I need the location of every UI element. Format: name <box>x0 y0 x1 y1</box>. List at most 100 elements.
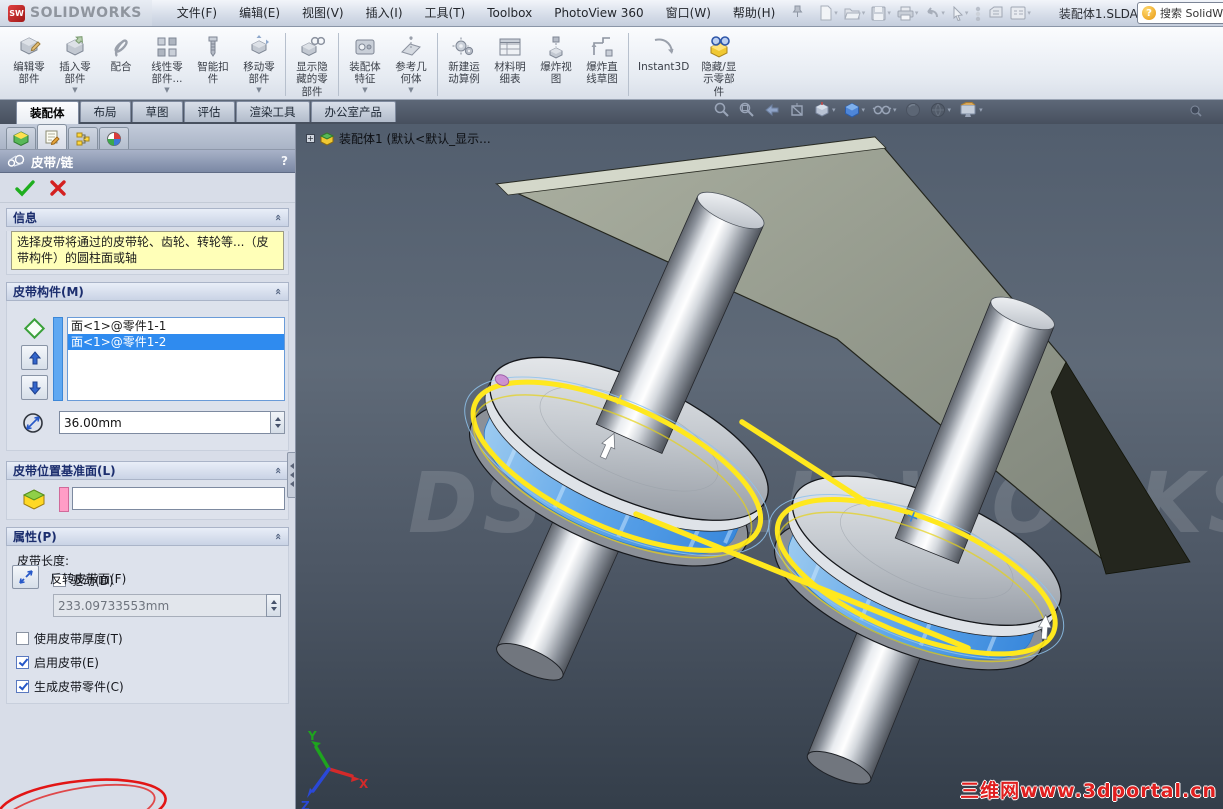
menu-toolbox[interactable]: Toolbox <box>476 0 543 26</box>
undo-icon[interactable]: ▾ <box>922 4 947 22</box>
graphics-viewport[interactable]: DS SOLIDWORKS <box>296 124 1223 809</box>
tab-evaluate[interactable]: 评估 <box>183 101 235 122</box>
search-help-icon[interactable]: ? <box>1142 6 1156 20</box>
belt-length-spinner[interactable] <box>266 594 281 618</box>
explode-line-sketch-button[interactable]: 爆炸直 线草图 <box>579 30 625 89</box>
move-component-button[interactable]: 移动零 部件 ▼ <box>236 30 282 96</box>
dropdown-caret-icon[interactable]: ▼ <box>362 86 367 93</box>
belt-members-list[interactable]: 面<1>@零件1-1 面<1>@零件1-2 <box>67 317 285 402</box>
view-toggle-icon[interactable] <box>972 4 984 23</box>
display-style-icon[interactable]: ▾ <box>843 101 865 119</box>
feature-tree-flyout[interactable]: + 装配体1 (默认<默认_显示... <box>306 130 491 147</box>
menu-help[interactable]: 帮助(H) <box>722 0 786 26</box>
tab-configuration-manager[interactable] <box>68 127 98 149</box>
create-belt-part-row[interactable]: 生成皮带零件(C) <box>16 678 124 695</box>
create-belt-part-checkbox[interactable] <box>16 680 29 694</box>
tab-assembly[interactable]: 装配体 <box>16 101 79 124</box>
section-view-icon[interactable] <box>788 101 806 119</box>
flip-belt-face-label: 反转皮带面(F) <box>50 572 127 586</box>
new-document-icon[interactable]: ▾ <box>817 3 840 23</box>
edit-appearance-icon[interactable] <box>904 101 922 119</box>
tree-expand-icon[interactable]: + <box>306 134 315 143</box>
edit-component-button[interactable]: 编辑零 部件 <box>6 30 52 89</box>
menu-view[interactable]: 视图(V) <box>291 0 355 26</box>
zoom-to-area-icon[interactable] <box>738 101 756 119</box>
tab-property-manager[interactable] <box>37 124 67 149</box>
properties-icon[interactable] <box>986 4 1006 22</box>
collapse-chevron-icon[interactable]: « <box>272 467 285 474</box>
tab-sketch[interactable]: 草图 <box>131 101 183 122</box>
diameter-spinner[interactable] <box>270 411 285 435</box>
properties-header[interactable]: 属性(P) « <box>6 527 289 547</box>
hide-show-components-button[interactable]: 隐藏/显 示零部 件 <box>695 30 742 101</box>
show-hidden-components-button[interactable]: 显示隐 藏的零 部件 <box>289 30 335 101</box>
scene-3d[interactable]: DS SOLIDWORKS <box>296 124 1223 809</box>
engage-belt-row[interactable]: 启用皮带(E) <box>16 654 99 671</box>
dropdown-caret-icon[interactable]: ▼ <box>408 86 413 93</box>
tab-render-tools[interactable]: 渲染工具 <box>235 101 310 122</box>
flip-belt-face-button[interactable] <box>12 565 39 589</box>
belt-plane-header[interactable]: 皮带位置基准面(L) « <box>6 461 289 481</box>
reference-geometry-button[interactable]: 参考几 何体 ▼ <box>388 30 434 96</box>
menu-tools[interactable]: 工具(T) <box>414 0 477 26</box>
pin-menu-icon[interactable] <box>792 5 803 21</box>
belt-plane-input[interactable] <box>72 487 285 511</box>
bill-of-materials-button[interactable]: 材料明 细表 <box>487 30 533 89</box>
menu-file[interactable]: 文件(F) <box>166 0 228 26</box>
list-item-selected[interactable]: 面<1>@零件1-2 <box>68 334 284 351</box>
smart-fasteners-button[interactable]: 智能扣 件 <box>190 30 236 89</box>
tab-feature-manager[interactable] <box>6 127 36 149</box>
reference-geometry-icon <box>398 33 424 61</box>
feature-tree-root-node[interactable]: 装配体1 (默认<默认_显示... <box>339 130 491 147</box>
dropdown-caret-icon[interactable]: ▼ <box>72 86 77 93</box>
menu-insert[interactable]: 插入(I) <box>355 0 414 26</box>
collapse-chevron-icon[interactable]: « <box>272 214 285 221</box>
pulley-selection-icon <box>23 318 46 340</box>
diameter-input[interactable] <box>59 411 271 435</box>
use-belt-thickness-checkbox[interactable] <box>16 632 29 646</box>
zoom-to-fit-icon[interactable] <box>713 101 731 119</box>
collapse-chevron-icon[interactable]: « <box>272 533 285 540</box>
belt-members-header[interactable]: 皮带构件(M) « <box>6 282 289 302</box>
open-document-icon[interactable]: ▾ <box>842 4 868 22</box>
dropdown-caret-icon[interactable]: ▼ <box>164 86 169 93</box>
insert-component-button[interactable]: 插入零 部件 ▼ <box>52 30 98 96</box>
engage-belt-checkbox[interactable] <box>16 656 29 670</box>
exploded-view-button[interactable]: 爆炸视 图 <box>533 30 579 89</box>
save-icon[interactable]: ▾ <box>869 4 893 23</box>
new-motion-study-button[interactable]: 新建运 动算例 <box>441 30 487 89</box>
menu-photoview[interactable]: PhotoView 360 <box>543 0 654 26</box>
panel-collapse-handle[interactable] <box>287 452 296 498</box>
menu-edit[interactable]: 编辑(E) <box>228 0 291 26</box>
linear-pattern-button[interactable]: 线性零 部件... ▼ <box>144 30 190 96</box>
cancel-button[interactable] <box>49 179 67 197</box>
ok-button[interactable] <box>14 179 36 197</box>
instant3d-icon <box>651 33 677 61</box>
hide-show-items-icon[interactable]: ▾ <box>872 101 897 119</box>
instant3d-button[interactable]: Instant3D <box>632 30 695 76</box>
view-settings-icon[interactable]: ▾ <box>958 101 983 119</box>
dropdown-caret-icon[interactable]: ▼ <box>256 86 261 93</box>
tab-layout[interactable]: 布局 <box>79 101 131 122</box>
use-belt-thickness-row[interactable]: 使用皮带厚度(T) <box>16 630 123 647</box>
move-down-button[interactable] <box>21 375 48 401</box>
full-screen-icon[interactable] <box>1188 103 1204 122</box>
search-input[interactable]: 搜索 SolidW <box>1160 5 1223 21</box>
view-orientation-icon[interactable]: ▾ <box>813 101 836 119</box>
search-box[interactable]: ? 搜索 SolidW <box>1137 2 1223 24</box>
list-item[interactable]: 面<1>@零件1-1 <box>68 318 284 334</box>
previous-view-icon[interactable] <box>763 101 781 119</box>
tab-office-products[interactable]: 办公室产品 <box>310 101 396 122</box>
mate-button[interactable]: 配合 <box>98 30 144 76</box>
collapse-chevron-icon[interactable]: « <box>272 288 285 295</box>
tab-display-manager[interactable] <box>99 127 129 149</box>
options-icon[interactable]: ▾ <box>1008 4 1033 22</box>
select-cursor-icon[interactable]: ▾ <box>949 4 971 23</box>
message-group-header[interactable]: 信息 « <box>6 208 289 227</box>
print-icon[interactable]: ▾ <box>895 4 921 23</box>
move-up-button[interactable] <box>21 345 48 371</box>
menu-window[interactable]: 窗口(W) <box>655 0 722 26</box>
help-button[interactable]: ? <box>281 154 288 168</box>
apply-scene-icon[interactable]: ▾ <box>929 101 951 119</box>
assembly-features-button[interactable]: 装配体 特征 ▼ <box>342 30 388 96</box>
